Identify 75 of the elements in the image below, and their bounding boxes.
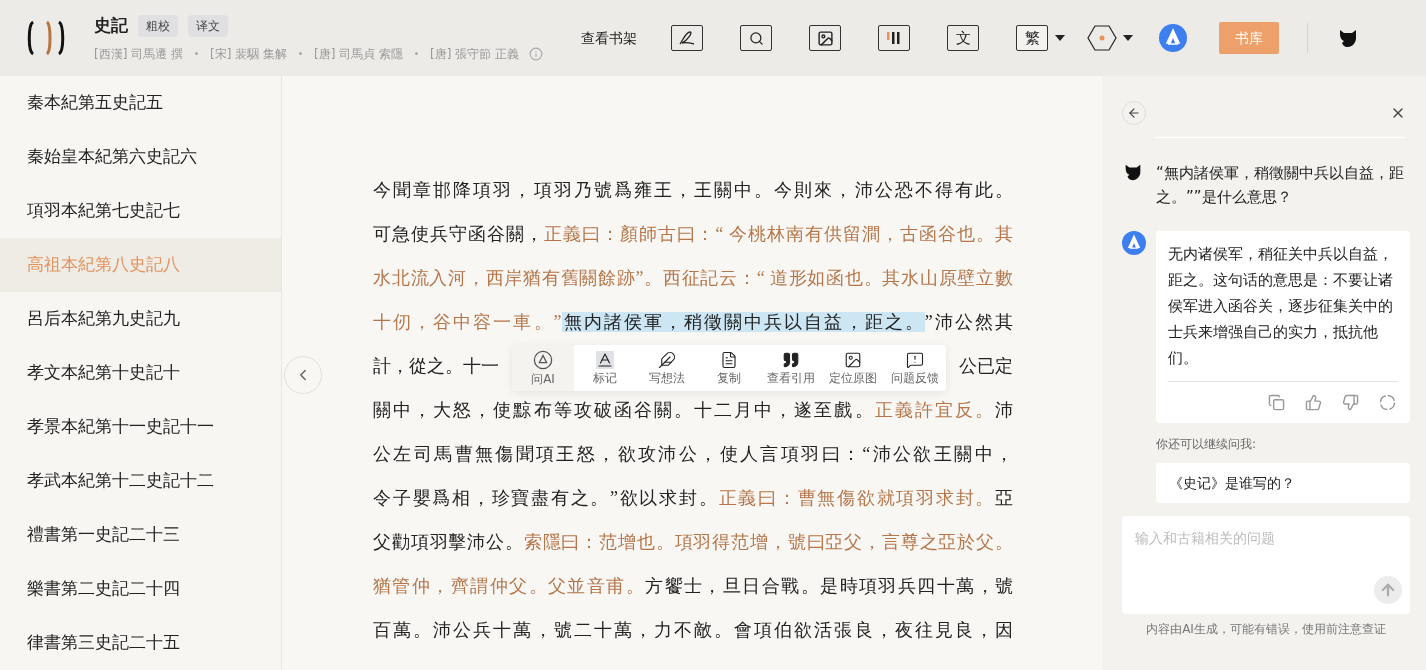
copy-icon[interactable] <box>1268 394 1285 411</box>
chapter-item[interactable]: 孝景本紀第十一史記十一 <box>0 400 281 454</box>
copy-icon <box>720 351 738 369</box>
author-credit: [唐] 司馬貞 索隱 <box>314 45 403 63</box>
chapter-item[interactable]: 孝武本紀第十二史記十二 <box>0 454 281 508</box>
info-icon[interactable] <box>529 46 543 61</box>
caret-icon <box>1055 35 1065 41</box>
thumbs-down-icon[interactable] <box>1342 394 1359 411</box>
annotation-text: 索隱曰：范增也。項羽得范增，號曰亞父，言尊之亞於父。 <box>523 532 1013 552</box>
book-title: 史記 <box>94 15 128 38</box>
caret-icon <box>1123 35 1133 41</box>
annotation-text: 猶管仲，齊謂仲父。父並音甫。 <box>373 576 646 596</box>
main-text: 今聞章邯降項羽，項羽乃號爲雍王，王關中。今則來，沛公恐不得有此。 <box>373 180 1013 200</box>
main-text: 關中，大怒，使黥布等攻破函谷關。十二月中，遂至戲。 <box>373 400 875 420</box>
annotation-text: 正義曰：顏師古曰：“ 今桃林南有供留澗，古函谷也。其 <box>544 224 1013 244</box>
search-icon[interactable] <box>740 25 772 51</box>
toolbar-button[interactable]: 查看引用 <box>760 345 822 391</box>
chapter-item[interactable]: 樂書第二史記二十四 <box>0 562 281 616</box>
main-text: 令子嬰爲相，珍寶盡有之。”欲以求封。 <box>373 488 719 508</box>
book-tag[interactable]: 粗校 <box>138 15 178 37</box>
ai-answer: 无内诸侯军，稍征关中兵以自益，距之。这句话的意思是：不要让诸侯军进入函谷关，逐步征集关中的士兵来增强自己的实力，抵抗他们。 <box>1168 244 1394 369</box>
book-tag[interactable]: 译文 <box>188 15 228 37</box>
ai-logo-icon[interactable] <box>1122 231 1146 255</box>
thumbs-up-icon[interactable] <box>1305 394 1322 411</box>
chapter-item[interactable]: 孝文本紀第十史記十 <box>0 346 281 400</box>
suggested-question[interactable]: 《史记》是谁写的？ <box>1156 463 1410 503</box>
main-text: 亞 <box>995 488 1013 508</box>
chapter-item[interactable]: 項羽本紀第七史記七 <box>0 184 281 238</box>
annotation-text: 十仞，谷中容一車。” <box>373 312 562 332</box>
ai-disclaimer: 内容由AI生成，可能有错误，使用前注意查证 <box>1145 621 1387 638</box>
annotation-text: 正義曰：曹無傷欲就項羽求封。 <box>718 488 995 508</box>
image-icon <box>844 351 862 369</box>
follow-up-label: 你还可以继续问我: <box>1156 436 1258 453</box>
text-mark-icon <box>596 351 614 369</box>
theme-hexagon-icon[interactable] <box>1087 25 1117 51</box>
chapter-item[interactable]: 禮書第一史記二十三 <box>0 508 281 562</box>
bars-icon[interactable] <box>878 25 910 51</box>
author-credit: [宋] 裴駰 集解 <box>210 45 287 63</box>
chapter-item[interactable]: 呂后本紀第九史記九 <box>0 292 281 346</box>
translate-button[interactable]: 文 <box>947 25 979 51</box>
annotation-text: 水北流入河，西岸猶有舊關餘跡”。西征記云：“ 道形如函也。其水山原壁立數 <box>373 268 1013 288</box>
main-text: 百萬。沛公兵十萬，號二十萬，力不敵。會項伯欲活張良，夜往見良，因 <box>373 620 1013 640</box>
image-icon[interactable] <box>809 25 841 51</box>
chapter-item[interactable]: 秦始皇本紀第六史記六 <box>0 130 281 184</box>
user-question: “無内諸侯軍，稍徵關中兵以自益，距之。””是什么意思？ <box>1156 163 1405 208</box>
feather-pen-icon <box>658 351 676 369</box>
bookshelf-link[interactable]: 查看书架 <box>581 27 637 49</box>
author-credit: [唐] 張守節 正義 <box>430 45 519 63</box>
toolbar-button[interactable]: 问AI <box>512 345 574 391</box>
toolbar-button[interactable]: 问题反馈 <box>884 345 946 391</box>
feedback-icon <box>906 351 924 369</box>
main-text: 父勸項羽擊沛公。 <box>373 532 524 552</box>
chapter-item[interactable]: 秦本紀第五史記五 <box>0 76 281 130</box>
logo-icon <box>25 19 67 57</box>
script-toggle-button[interactable]: 繁 <box>1016 25 1048 51</box>
question-input[interactable]: 输入和古籍相关的问题 <box>1122 516 1410 614</box>
annotation-text: 正義許宜反。 <box>874 400 995 420</box>
main-text: 方饗士，旦日合戰。是時項羽兵四十萬，號 <box>645 576 1013 596</box>
quote-icon <box>782 351 800 369</box>
chapter-item[interactable]: 律書第三史記二十五 <box>0 616 281 670</box>
main-text: 公左司馬曹無傷聞項王怒，欲攻沛公，使人言項羽曰：“沛公欲王關中， <box>373 444 1013 464</box>
main-text: 可急使兵守函谷關， <box>373 224 545 244</box>
toolbar-button[interactable]: 写想法 <box>636 345 698 391</box>
toolbar-button[interactable]: 定位原图 <box>822 345 884 391</box>
main-text: 公已定 <box>959 355 1013 378</box>
refresh-icon[interactable] <box>1379 394 1396 411</box>
pen-icon[interactable] <box>671 25 703 51</box>
main-text: 計，從之。十一 <box>373 355 499 378</box>
highlighted-text: 無内諸侯軍，稍徵關中兵以自益，距之。 <box>561 312 925 332</box>
main-text: 沛 <box>995 400 1013 420</box>
main-text: ”沛公然其 <box>924 312 1013 332</box>
author-credit: [西漢] 司馬遷 撰 <box>94 45 183 63</box>
toolbar-button[interactable]: 标记 <box>574 345 636 391</box>
ai-logo-icon[interactable] <box>1159 24 1187 52</box>
toolbar-button[interactable]: 复制 <box>698 345 760 391</box>
